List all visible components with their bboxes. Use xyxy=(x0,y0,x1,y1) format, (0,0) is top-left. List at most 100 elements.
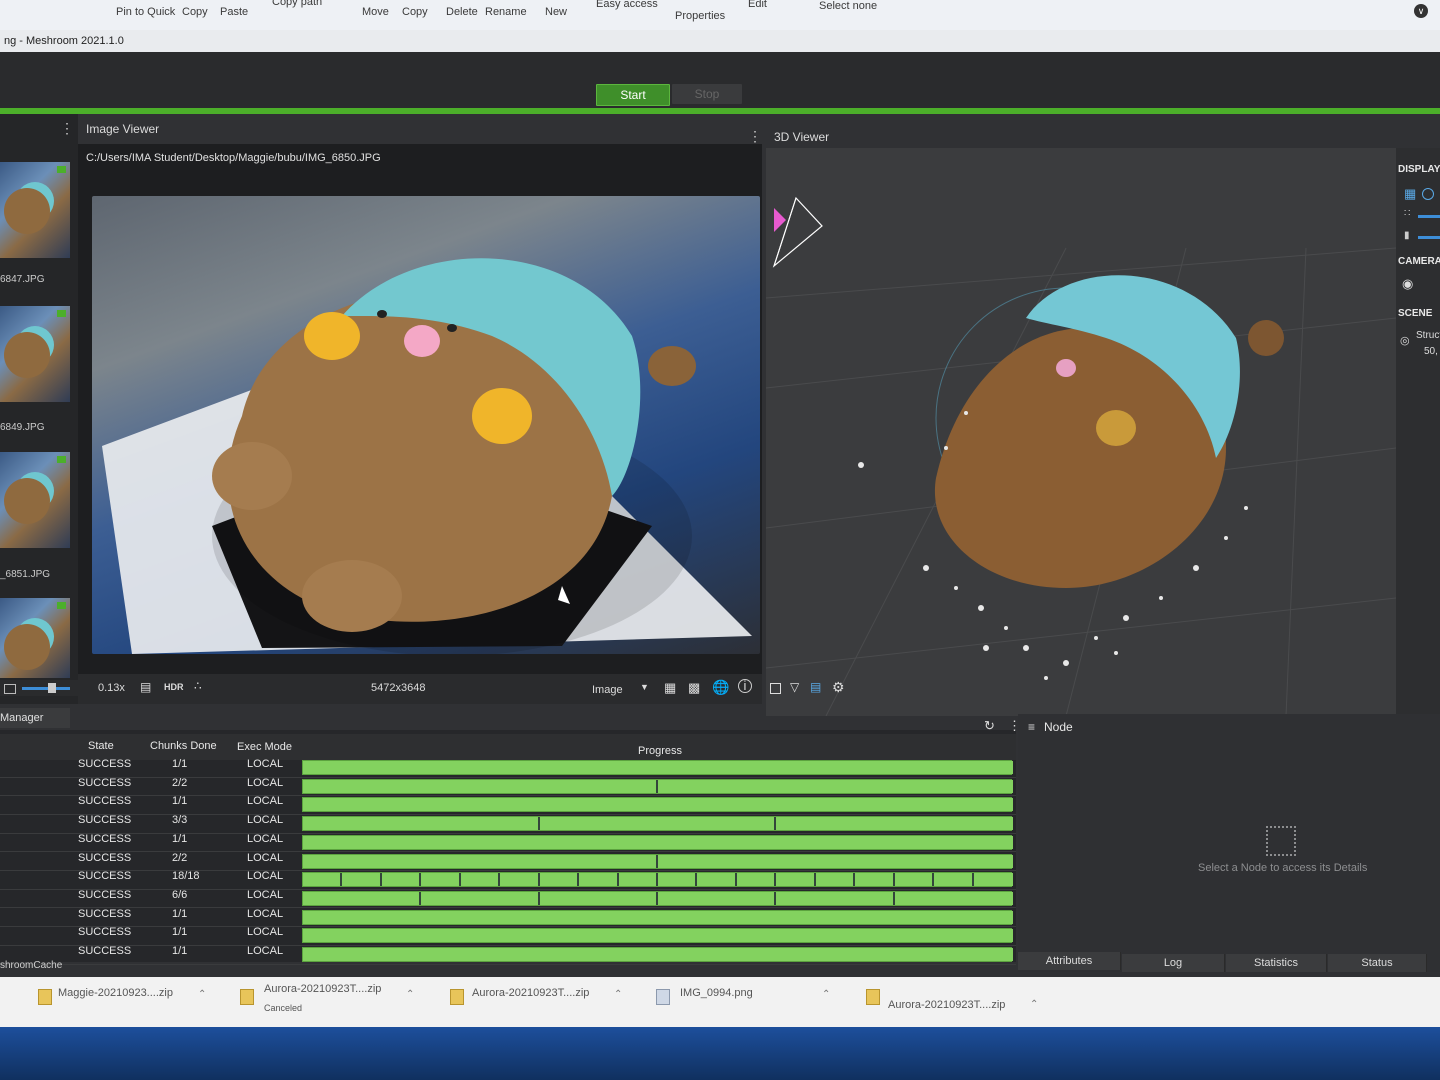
chevron-up-icon[interactable]: ⌃ xyxy=(822,989,830,1000)
color-picker-icon[interactable]: ∴ xyxy=(194,679,202,693)
task-row[interactable]: SUCCESS 2/2 LOCAL xyxy=(0,777,1016,797)
thumbnail-image xyxy=(4,188,50,234)
ribbon-new[interactable]: New xyxy=(545,6,567,18)
task-manager-tab[interactable]: Manager xyxy=(0,708,70,728)
task-row[interactable]: SUCCESS 18/18 LOCAL xyxy=(0,870,1016,890)
task-exec-mode: LOCAL xyxy=(247,907,284,920)
task-row[interactable]: SUCCESS 3/3 LOCAL xyxy=(0,814,1016,834)
gallery-view-icon[interactable] xyxy=(4,684,16,694)
camera-size-slider[interactable] xyxy=(1418,236,1440,239)
progress-chunk xyxy=(855,873,895,887)
task-state: SUCCESS xyxy=(78,926,132,939)
grid-icon[interactable]: ▦ xyxy=(1404,186,1416,202)
ribbon-paste[interactable]: Paste xyxy=(220,6,248,18)
download-item-name[interactable]: IMG_0994.png xyxy=(680,987,753,999)
task-exec-mode: LOCAL xyxy=(247,945,284,957)
fit-view-icon[interactable]: ▦ xyxy=(664,680,676,696)
ribbon-select-none[interactable]: Select none xyxy=(819,0,877,12)
scene-item-label[interactable]: Struct xyxy=(1416,330,1440,341)
slider-track[interactable] xyxy=(22,687,70,690)
column-progress[interactable]: Progress xyxy=(638,745,682,757)
task-row[interactable]: SUCCESS 6/6 LOCAL xyxy=(0,889,1016,909)
progress-chunk xyxy=(303,873,343,887)
refresh-icon[interactable]: ↻ xyxy=(984,718,995,734)
camera-icon[interactable]: ◉ xyxy=(1402,276,1413,292)
gallery-thumbnail[interactable] xyxy=(0,598,70,678)
image-preview[interactable] xyxy=(92,196,760,654)
task-state: SUCCESS xyxy=(78,776,132,789)
progress-chunk xyxy=(303,835,1013,849)
start-button[interactable]: Start xyxy=(596,84,670,106)
task-row[interactable]: SUCCESS 1/1 LOCAL xyxy=(0,908,1016,928)
top-toolbar: Start Stop xyxy=(0,52,1440,110)
gallery-thumbnail[interactable] xyxy=(0,306,70,402)
slider-handle[interactable] xyxy=(48,683,56,693)
gizmo-icon[interactable] xyxy=(1422,188,1434,200)
ribbon-properties[interactable]: Properties xyxy=(675,10,725,22)
chevron-up-icon[interactable]: ⌃ xyxy=(406,989,414,1000)
ribbon-collapse-icon[interactable]: ∨ xyxy=(1414,4,1428,18)
zip-file-icon xyxy=(38,989,52,1005)
tab-log[interactable]: Log xyxy=(1122,954,1225,972)
task-chunks-done: 1/1 xyxy=(172,795,188,808)
gallery-thumbnail[interactable] xyxy=(0,452,70,548)
ribbon-copy-path[interactable]: Copy path xyxy=(272,0,322,8)
download-item-name[interactable]: Maggie-20210923....zip xyxy=(58,987,173,999)
download-item-name[interactable]: Aurora-20210923T....zip xyxy=(472,987,589,999)
ribbon-copy-to[interactable]: Copy xyxy=(402,6,428,18)
node-panel-title: Node xyxy=(1044,720,1073,734)
image-mode-select[interactable]: Image xyxy=(592,684,623,696)
task-row[interactable]: SUCCESS 1/1 LOCAL xyxy=(0,833,1016,853)
task-row[interactable]: SUCCESS 2/2 LOCAL xyxy=(0,852,1016,872)
chevron-up-icon[interactable]: ⌃ xyxy=(614,989,622,1000)
ribbon-pin-to-quick[interactable]: Pin to Quick xyxy=(116,6,175,18)
column-exec-mode[interactable]: Exec Mode xyxy=(237,741,292,753)
viewer-3d-canvas[interactable] xyxy=(766,148,1396,716)
ribbon-edit[interactable]: Edit xyxy=(748,0,767,10)
gallery-size-slider[interactable] xyxy=(0,680,78,696)
triangle-icon[interactable]: ▽ xyxy=(790,680,799,694)
ribbon-copy[interactable]: Copy xyxy=(182,6,208,18)
hatch-icon[interactable]: ▤ xyxy=(140,680,151,694)
image-file-icon xyxy=(656,989,670,1005)
chevron-up-icon[interactable]: ⌃ xyxy=(1030,999,1038,1010)
ribbon-easy-access[interactable]: Easy access xyxy=(596,0,658,10)
ribbon-delete[interactable]: Delete xyxy=(446,6,478,18)
image-viewer-menu-icon[interactable]: ⋮ xyxy=(748,128,762,145)
task-progress-bar xyxy=(302,816,1013,832)
task-row[interactable]: SUCCESS 1/1 LOCAL xyxy=(0,795,1016,815)
task-row[interactable]: SUCCESS 1/1 LOCAL xyxy=(0,945,1016,965)
info-icon[interactable]: i xyxy=(738,679,752,693)
thumbnail-label: 6849.JPG xyxy=(0,422,45,433)
histogram-icon[interactable]: ▩ xyxy=(688,680,700,696)
visibility-eye-icon[interactable]: ◎ xyxy=(1400,334,1410,347)
thumbnail-label: _6851.JPG xyxy=(0,569,51,580)
zoom-level[interactable]: 0.13x xyxy=(98,682,125,694)
chevron-up-icon[interactable]: ⌃ xyxy=(198,989,206,1000)
progress-chunk xyxy=(421,891,540,905)
task-progress-bar xyxy=(302,853,1013,869)
download-item-name[interactable]: Aurora-20210923T....zip xyxy=(888,999,1005,1011)
bounding-box-icon[interactable] xyxy=(770,683,781,694)
wireframe-icon[interactable]: ▤ xyxy=(810,680,821,694)
task-row[interactable]: SUCCESS 1/1 LOCAL xyxy=(0,926,1016,946)
task-row[interactable]: SUCCESS 1/1 LOCAL xyxy=(0,758,1016,778)
column-chunks-done[interactable]: Chunks Done xyxy=(150,740,217,752)
column-state[interactable]: State xyxy=(88,740,114,752)
gear-icon[interactable]: ⚙ xyxy=(832,679,845,696)
ribbon-move[interactable]: Move xyxy=(362,6,389,18)
point-size-slider[interactable] xyxy=(1418,215,1440,218)
chevron-down-icon[interactable]: ▼ xyxy=(640,682,649,692)
tab-statistics[interactable]: Statistics xyxy=(1226,954,1327,972)
globe-icon[interactable]: 🌐 xyxy=(712,679,729,696)
hdr-toggle[interactable]: HDR xyxy=(164,682,184,692)
gallery-thumbnail[interactable] xyxy=(0,162,70,258)
download-item-name[interactable]: Aurora-20210923T....zip xyxy=(264,983,381,995)
task-progress-bar xyxy=(302,890,1013,906)
tab-status[interactable]: Status xyxy=(1328,954,1427,972)
tab-attributes[interactable]: Attributes xyxy=(1018,952,1121,970)
gallery-menu-icon[interactable]: ⋮ xyxy=(60,120,74,137)
progress-chunk xyxy=(579,873,619,887)
ribbon-rename[interactable]: Rename xyxy=(485,6,527,18)
stop-button[interactable]: Stop xyxy=(672,84,742,104)
